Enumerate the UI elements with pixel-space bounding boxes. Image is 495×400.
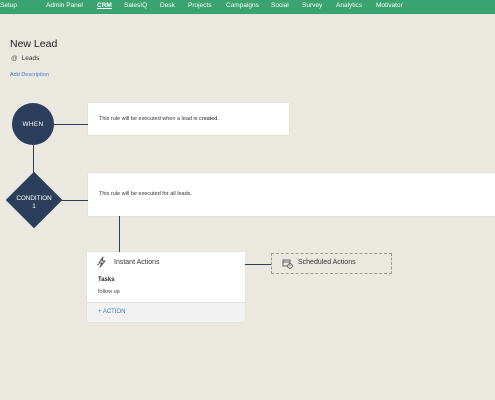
lightning-icon [96,256,106,268]
scheduled-clock-icon [282,259,293,269]
when-card[interactable]: This rule will be executed when a lead i… [88,103,289,135]
nav-item-desk[interactable]: Desk [160,2,175,9]
when-trigger: created [198,116,218,122]
when-text-end: . [217,116,219,122]
nav-item-crm[interactable]: CRM [97,2,112,9]
add-action-button[interactable]: + ACTION [98,309,126,315]
at-icon: @ [11,55,18,62]
module-name: Leads [21,55,40,62]
instant-actions-title: Instant Actions [114,259,160,266]
connector-condition-actions [118,216,120,253]
page-title: New Lead [10,38,58,50]
when-label: WHEN [22,120,44,128]
condition-label-line2: 1 [32,203,36,210]
condition-label-line1: CONDITION [16,195,52,202]
condition-description: This rule will be executed for all leads… [99,191,192,197]
nav-item-campaigns[interactable]: Campaigns [226,2,259,9]
nav-item-analytics[interactable]: Analytics [336,2,362,9]
nav-item-setup[interactable]: Setup [0,2,17,9]
task-item[interactable]: follow up [98,289,120,295]
scheduled-actions-title: Scheduled Actions [298,259,356,266]
connector-condition-card [60,199,88,201]
nav-item-motivator[interactable]: Motivator [376,2,403,9]
when-node[interactable]: WHEN [12,103,54,145]
add-description-link[interactable]: Add Description [10,72,49,78]
nav-item-projects[interactable]: Projects [188,2,211,9]
condition-label: CONDITION 1 [6,195,62,211]
connector-actions-scheduled [245,263,271,265]
tasks-label: Tasks [98,277,115,283]
condition-card[interactable]: This rule will be executed for all leads… [88,173,495,216]
when-description: This rule will be executed when a lead i… [99,116,219,122]
nav-item-survey[interactable]: Survey [302,2,322,9]
module-row: @ Leads [11,55,39,62]
nav-item-social[interactable]: Social [271,2,289,9]
nav-item-salesiq[interactable]: SalesIQ [124,2,147,9]
nav-item-admin-panel[interactable]: Admin Panel [46,2,83,9]
when-text: This rule will be executed when a lead i… [99,116,199,122]
connector-when-card [54,123,88,125]
top-navigation-bar: Setup Admin Panel CRM SalesIQ Desk Proje… [0,0,495,14]
